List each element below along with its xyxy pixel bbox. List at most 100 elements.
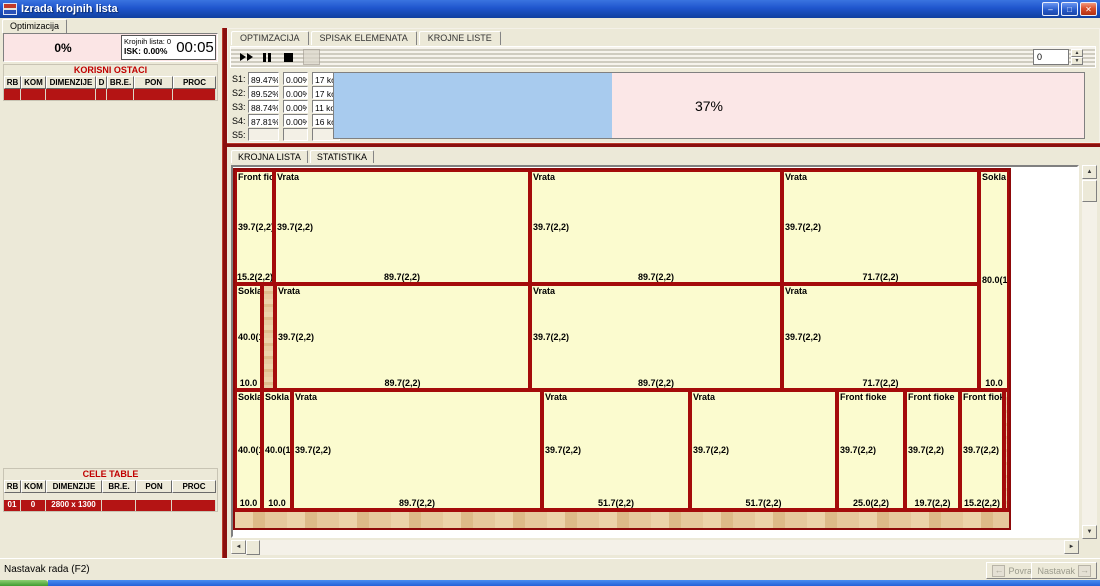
tab-krojne-liste[interactable]: KROJNE LISTE (419, 31, 501, 45)
cut-piece[interactable]: Vrata39.7(2,2)89.7(2,2) (275, 284, 530, 390)
piece-label: Front fioke (238, 172, 274, 182)
piece-label: Front fioke (908, 392, 955, 402)
station-field: 0.00% (283, 100, 308, 113)
minimize-button[interactable]: – (1042, 2, 1059, 16)
pause-button[interactable] (258, 49, 276, 65)
cut-piece[interactable]: Front fioke39.7(2,2)15.2(2,2) (960, 390, 1004, 510)
piece-label: Vrata (693, 392, 715, 402)
titlebar[interactable]: Izrada krojnih lista – □ ✕ (0, 0, 1100, 18)
disabled-tool-button[interactable] (303, 49, 320, 65)
back-arrow-icon: ← (992, 565, 1005, 577)
station-field: 0.00% (283, 86, 308, 99)
col-header: RB (4, 480, 21, 493)
scroll-right-icon[interactable]: ► (1064, 540, 1079, 554)
tab-optimizacija[interactable]: Optimizacija (2, 19, 67, 33)
nastavak-button[interactable]: Nastavak → (1031, 562, 1097, 579)
window-title: Izrada krojnih lista (21, 3, 1040, 15)
stop-icon (284, 53, 293, 62)
tab-krojna-lista[interactable]: KROJNA LISTA (231, 150, 308, 163)
cut-piece[interactable]: Sokla40.0(1,010.0 (235, 284, 262, 390)
col-header: D (96, 76, 107, 89)
piece-height-dim: 39.7(2,2) (545, 445, 581, 455)
piece-height-dim: 39.7(2,2) (908, 445, 944, 455)
table-row[interactable] (4, 89, 217, 100)
waste-strip[interactable] (1004, 390, 1009, 510)
spinner-down-icon[interactable]: ▼ (1071, 57, 1083, 65)
pause-icon (263, 53, 266, 62)
horizontal-scroll-thumb[interactable] (246, 540, 260, 555)
station-field: 89.52% (248, 86, 279, 99)
restore-button[interactable]: □ (1061, 2, 1078, 16)
vertical-scrollbar[interactable]: ▲ ▼ (1082, 165, 1097, 539)
cut-piece[interactable]: Sokla40.0(1,010.0 (262, 390, 292, 510)
piece-width-dim: 10.0 (237, 498, 260, 508)
cut-piece[interactable]: Front fioke39.7(2,2)19.7(2,2) (905, 390, 960, 510)
piece-width-dim: 10.0 (237, 378, 260, 388)
piece-height-dim: 40.0(1,0 (265, 445, 292, 455)
station-field (283, 128, 308, 141)
cut-piece[interactable]: Vrata39.7(2,2)71.7(2,2) (782, 170, 979, 284)
piece-height-dim: 39.7(2,2) (533, 332, 569, 342)
scroll-left-icon[interactable]: ◄ (231, 540, 246, 554)
tab-spisak-elemenata[interactable]: SPISAK ELEMENATA (311, 31, 417, 45)
piece-height-dim: 39.7(2,2) (785, 332, 821, 342)
cut-piece[interactable]: Sokla40.0(1,010.0 (235, 390, 262, 510)
fast-forward-button[interactable] (237, 49, 255, 65)
horizontal-scrollbar[interactable]: ◄ ► (231, 540, 1079, 555)
spinner-up-icon[interactable]: ▲ (1071, 49, 1083, 57)
col-header: PROC (172, 480, 216, 493)
vertical-scroll-thumb[interactable] (1082, 180, 1097, 202)
scroll-up-icon[interactable]: ▲ (1082, 165, 1097, 179)
spinner-value[interactable]: 0 (1033, 49, 1069, 65)
cele-table-header-row: RB KOM DIMENZIJE BR.E. PON PROC (4, 480, 217, 493)
piece-label: Vrata (545, 392, 567, 402)
bottom-tab-strip: KROJNA LISTA STATISTIKA (231, 150, 376, 163)
col-header: PON (136, 480, 172, 493)
piece-label: Sokla (982, 172, 1006, 182)
piece-width-dim: 89.7(2,2) (276, 272, 528, 282)
piece-height-dim: 39.7(2,2) (278, 332, 314, 342)
left-panel: 0% Krojnih lista: 0 ISK: 0.00% 00:05 KOR… (0, 33, 222, 558)
waste-strip[interactable] (262, 284, 275, 390)
cut-piece[interactable]: Front fioke39.7(2,2)25.0(2,2) (837, 390, 905, 510)
cut-piece[interactable]: Vrata39.7(2,2)89.7(2,2) (274, 170, 530, 284)
cut-piece[interactable]: Vrata39.7(2,2)71.7(2,2) (782, 284, 979, 390)
col-header: RB (4, 76, 21, 89)
cut-piece[interactable]: Vrata39.7(2,2)89.7(2,2) (530, 284, 782, 390)
cut-piece[interactable]: Vrata39.7(2,2)89.7(2,2) (292, 390, 542, 510)
piece-width-dim: 89.7(2,2) (532, 272, 780, 282)
piece-height-dim: 40.0(1,0 (238, 332, 262, 342)
cut-piece[interactable]: Vrata39.7(2,2)51.7(2,2) (690, 390, 837, 510)
piece-label: Front fioke (963, 392, 1004, 402)
cut-piece[interactable]: Sokla80.0(1,010.0 (979, 170, 1009, 390)
piece-height-dim: 39.7(2,2) (238, 222, 274, 232)
cut-piece[interactable]: Vrata39.7(2,2)51.7(2,2) (542, 390, 690, 510)
piece-label: Vrata (533, 172, 555, 182)
scroll-down-icon[interactable]: ▼ (1082, 525, 1097, 539)
piece-width-dim: 51.7(2,2) (692, 498, 835, 508)
optimization-summary-box: 0% Krojnih lista: 0 ISK: 0.00% 00:05 (3, 33, 218, 62)
isk-value: ISK: 0.00% (124, 46, 175, 56)
col-header: DIMENZIJE (46, 76, 96, 89)
stop-button[interactable] (279, 49, 297, 65)
piece-height-dim: 39.7(2,2) (533, 222, 569, 232)
piece-height-dim: 39.7(2,2) (277, 222, 313, 232)
waste-strip[interactable] (235, 510, 1009, 528)
start-button-edge[interactable] (0, 580, 48, 586)
piece-width-dim: 10.0 (981, 378, 1007, 388)
station-row-s2: S2: 89.52% 0.00% 17 kom (232, 86, 344, 99)
table-row[interactable]: 01 0 2800 x 1300 (4, 500, 217, 511)
close-button[interactable]: ✕ (1080, 2, 1097, 16)
optimization-progress-label: 37% (334, 98, 1084, 114)
tab-statistika[interactable]: STATISTIKA (310, 150, 374, 163)
piece-height-dim: 40.0(1,0 (238, 445, 262, 455)
tab-optimzacija[interactable]: OPTIMZACIJA (231, 31, 309, 45)
piece-width-dim: 10.0 (264, 498, 290, 508)
station-row-s3: S3: 88.74% 0.00% 11 kom (232, 100, 344, 113)
cut-piece[interactable]: Front fioke39.7(2,2)15.2(2,2) (235, 170, 274, 284)
cut-piece[interactable]: Vrata 39.7(2,2) 89.7(2,2) (530, 170, 782, 284)
piece-height-dim: 39.7(2,2) (295, 445, 331, 455)
station-field: 0.00% (283, 72, 308, 85)
piece-width-dim: 89.7(2,2) (294, 498, 540, 508)
cutting-diagram: Front fioke39.7(2,2)15.2(2,2)Vrata39.7(2… (231, 165, 1079, 538)
